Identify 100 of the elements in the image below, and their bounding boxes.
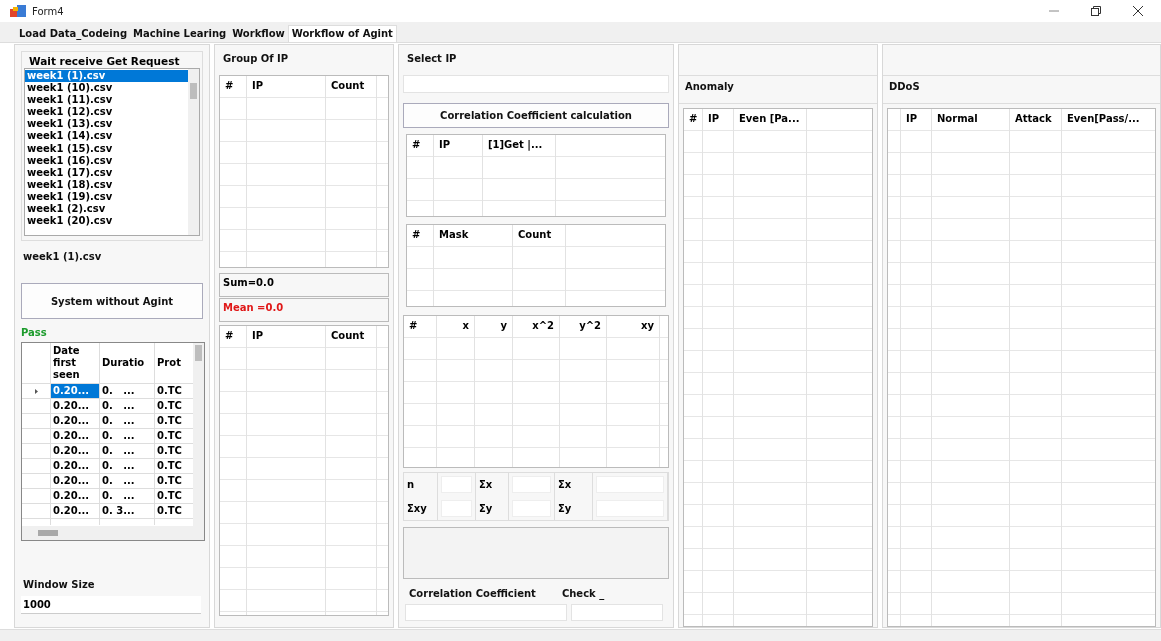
list-item[interactable]: week1 (15).csv <box>25 142 188 155</box>
column-header[interactable]: x <box>437 316 474 331</box>
column-header[interactable]: xy <box>607 316 659 331</box>
table-cell: 0.20... <box>51 399 100 413</box>
table-cell: 0. 3... <box>100 504 155 518</box>
column-header[interactable]: y <box>475 316 512 331</box>
data-grid[interactable]: # IP Count <box>219 325 389 616</box>
table-cell: 0.20... <box>51 459 100 473</box>
list-item[interactable]: week1 (2).csv <box>25 203 188 216</box>
list-item[interactable]: week1 (18).csv <box>25 178 188 191</box>
table-cell: 0. ... <box>100 444 155 458</box>
data-grid[interactable]: IP Normal Attack Even[Pass/... <box>887 107 1156 627</box>
list-item[interactable]: week1 (17).csv <box>25 166 188 179</box>
list-item[interactable]: week1 (1).csv <box>25 70 188 83</box>
column-header[interactable]: Count <box>326 326 376 341</box>
table-cell: 0.20... <box>51 474 100 488</box>
column-header[interactable]: Attack <box>1010 108 1061 124</box>
window-size-label: Window Size <box>22 579 96 590</box>
column-header[interactable]: IP <box>247 326 325 341</box>
table-row[interactable]: 0.20... 0. 3... 0.TC <box>22 504 193 519</box>
table-cell: 0. ... <box>100 459 155 473</box>
scrollbar[interactable] <box>188 69 199 235</box>
correlation-button[interactable]: Correlation Coefficient calculation <box>403 103 669 128</box>
status-label: Pass <box>21 327 48 338</box>
column-header[interactable]: # <box>404 316 436 331</box>
column-header[interactable]: y^2 <box>560 316 606 331</box>
list-item[interactable]: week1 (20).csv <box>25 215 188 228</box>
table-cell: 0. ... <box>100 399 155 413</box>
table-cell-text: 0.TC <box>156 489 183 503</box>
column-header[interactable]: IP <box>247 76 325 91</box>
column-header[interactable]: # <box>220 76 246 91</box>
table-cell-text: 0.TC <box>156 399 183 413</box>
column-header[interactable]: Mask <box>434 225 512 240</box>
data-grid[interactable]: # IP Count <box>219 75 389 268</box>
window-size-field[interactable]: 1000 <box>21 596 201 614</box>
sum-symbol-label: n <box>407 479 415 491</box>
result-field[interactable] <box>403 527 669 579</box>
list-item[interactable]: week1 (16).csv <box>25 154 188 167</box>
close-icon[interactable] <box>1133 6 1143 16</box>
column-header[interactable]: # <box>220 326 246 341</box>
column-header[interactable]: IP <box>434 135 482 150</box>
column-header[interactable]: IP <box>901 108 931 124</box>
column-header[interactable]: Normal <box>932 108 1009 124</box>
column-header[interactable]: Date first seen <box>53 345 99 381</box>
table-row[interactable]: 0.20... 0. ... 0.TC <box>22 414 193 429</box>
table-row[interactable]: 0.20... 0. ... 0.TC <box>22 444 193 459</box>
table-cell: 0. ... <box>100 384 155 398</box>
column-header[interactable]: Count <box>513 225 565 240</box>
column-header[interactable]: x^2 <box>513 316 559 331</box>
check-field[interactable] <box>571 604 663 621</box>
tab[interactable]: Workflow <box>229 26 288 42</box>
column-header[interactable]: Prot <box>157 357 181 369</box>
table-row[interactable]: 0.20... 0. ... 0.TC <box>22 489 193 504</box>
table-row[interactable]: 0.20... 0. ... 0.TC <box>22 384 193 399</box>
table-cell: 0. ... <box>100 489 155 503</box>
column-header[interactable]: Count <box>326 76 376 91</box>
data-grid[interactable]: # IP Even [Pa... <box>683 107 873 627</box>
ip-field[interactable] <box>403 75 669 93</box>
list-item[interactable]: week1 (19).csv <box>25 190 188 204</box>
data-grid[interactable] <box>21 342 205 541</box>
section-title: Group Of IP <box>222 52 290 66</box>
table-row[interactable]: 0.20... 0. ... 0.TC <box>22 459 193 474</box>
data-grid[interactable]: # x y x^2 y^2 xy <box>403 315 669 468</box>
table-cell-text: 0.TC <box>156 459 183 473</box>
table-row[interactable]: 0.20... 0. ... 0.TC <box>22 399 193 414</box>
table-cell-text: 0.TC <box>156 414 183 428</box>
column-header[interactable]: # <box>684 108 702 124</box>
table-row[interactable]: 0.20... 0. ... 0.TC <box>22 429 193 444</box>
mean-label: Mean =0.0 <box>219 298 389 322</box>
tab[interactable]: Workflow of Agint <box>287 25 397 42</box>
list-item[interactable]: week1 (13).csv <box>25 118 188 131</box>
table-row[interactable]: 0.20... 0. ... 0.TC <box>22 474 193 489</box>
column-header[interactable]: Duratio <box>102 357 145 369</box>
select-ip-label: Select IP <box>406 52 458 66</box>
data-grid[interactable]: # IP [1]Get |... <box>406 134 666 217</box>
restore-icon[interactable] <box>1091 6 1101 16</box>
file-list[interactable]: week1 (1).csv week1 (10).csv week1 (11).csv week1 (12).csv week1 (13).csv week1 (14).csv week1 (15).csv week1 (16).csv week1 (17).csv week1 (18).csv week1 (19).csv week1 (2).csv week1 (20).csv <box>24 68 200 236</box>
list-item[interactable]: week1 (10).csv <box>25 82 188 95</box>
list-item[interactable]: week1 (12).csv <box>25 106 188 119</box>
correlation-field[interactable] <box>405 604 567 621</box>
app-icon <box>10 5 26 17</box>
column-header[interactable]: [1]Get |... <box>483 135 555 150</box>
table-cell: 0. ... <box>100 414 155 428</box>
system-button[interactable]: System without Agint <box>21 283 203 319</box>
column-header[interactable]: # <box>407 225 433 240</box>
table-cell-text: 0.TC <box>156 384 183 398</box>
column-header[interactable]: Even [Pa... <box>734 108 806 124</box>
column-header[interactable]: IP <box>703 108 733 124</box>
list-item[interactable]: week1 (11).csv <box>25 94 188 107</box>
tab[interactable]: Machine Learing <box>130 26 230 42</box>
column-header[interactable]: # <box>407 135 433 150</box>
tab[interactable]: Load Data_Codeing <box>16 26 131 42</box>
data-grid[interactable]: # Mask Count <box>406 224 666 307</box>
column-header[interactable]: Even[Pass/... <box>1062 108 1155 124</box>
list-item[interactable]: week1 (14).csv <box>25 130 188 143</box>
sum-label: Sum=0.0 <box>219 273 389 297</box>
sum-symbol-label: Σy <box>479 502 493 514</box>
sum-symbol-label: Σx <box>479 479 493 491</box>
table-cell-text: 0.TC <box>156 429 183 443</box>
section-title: DDoS <box>883 75 1160 104</box>
